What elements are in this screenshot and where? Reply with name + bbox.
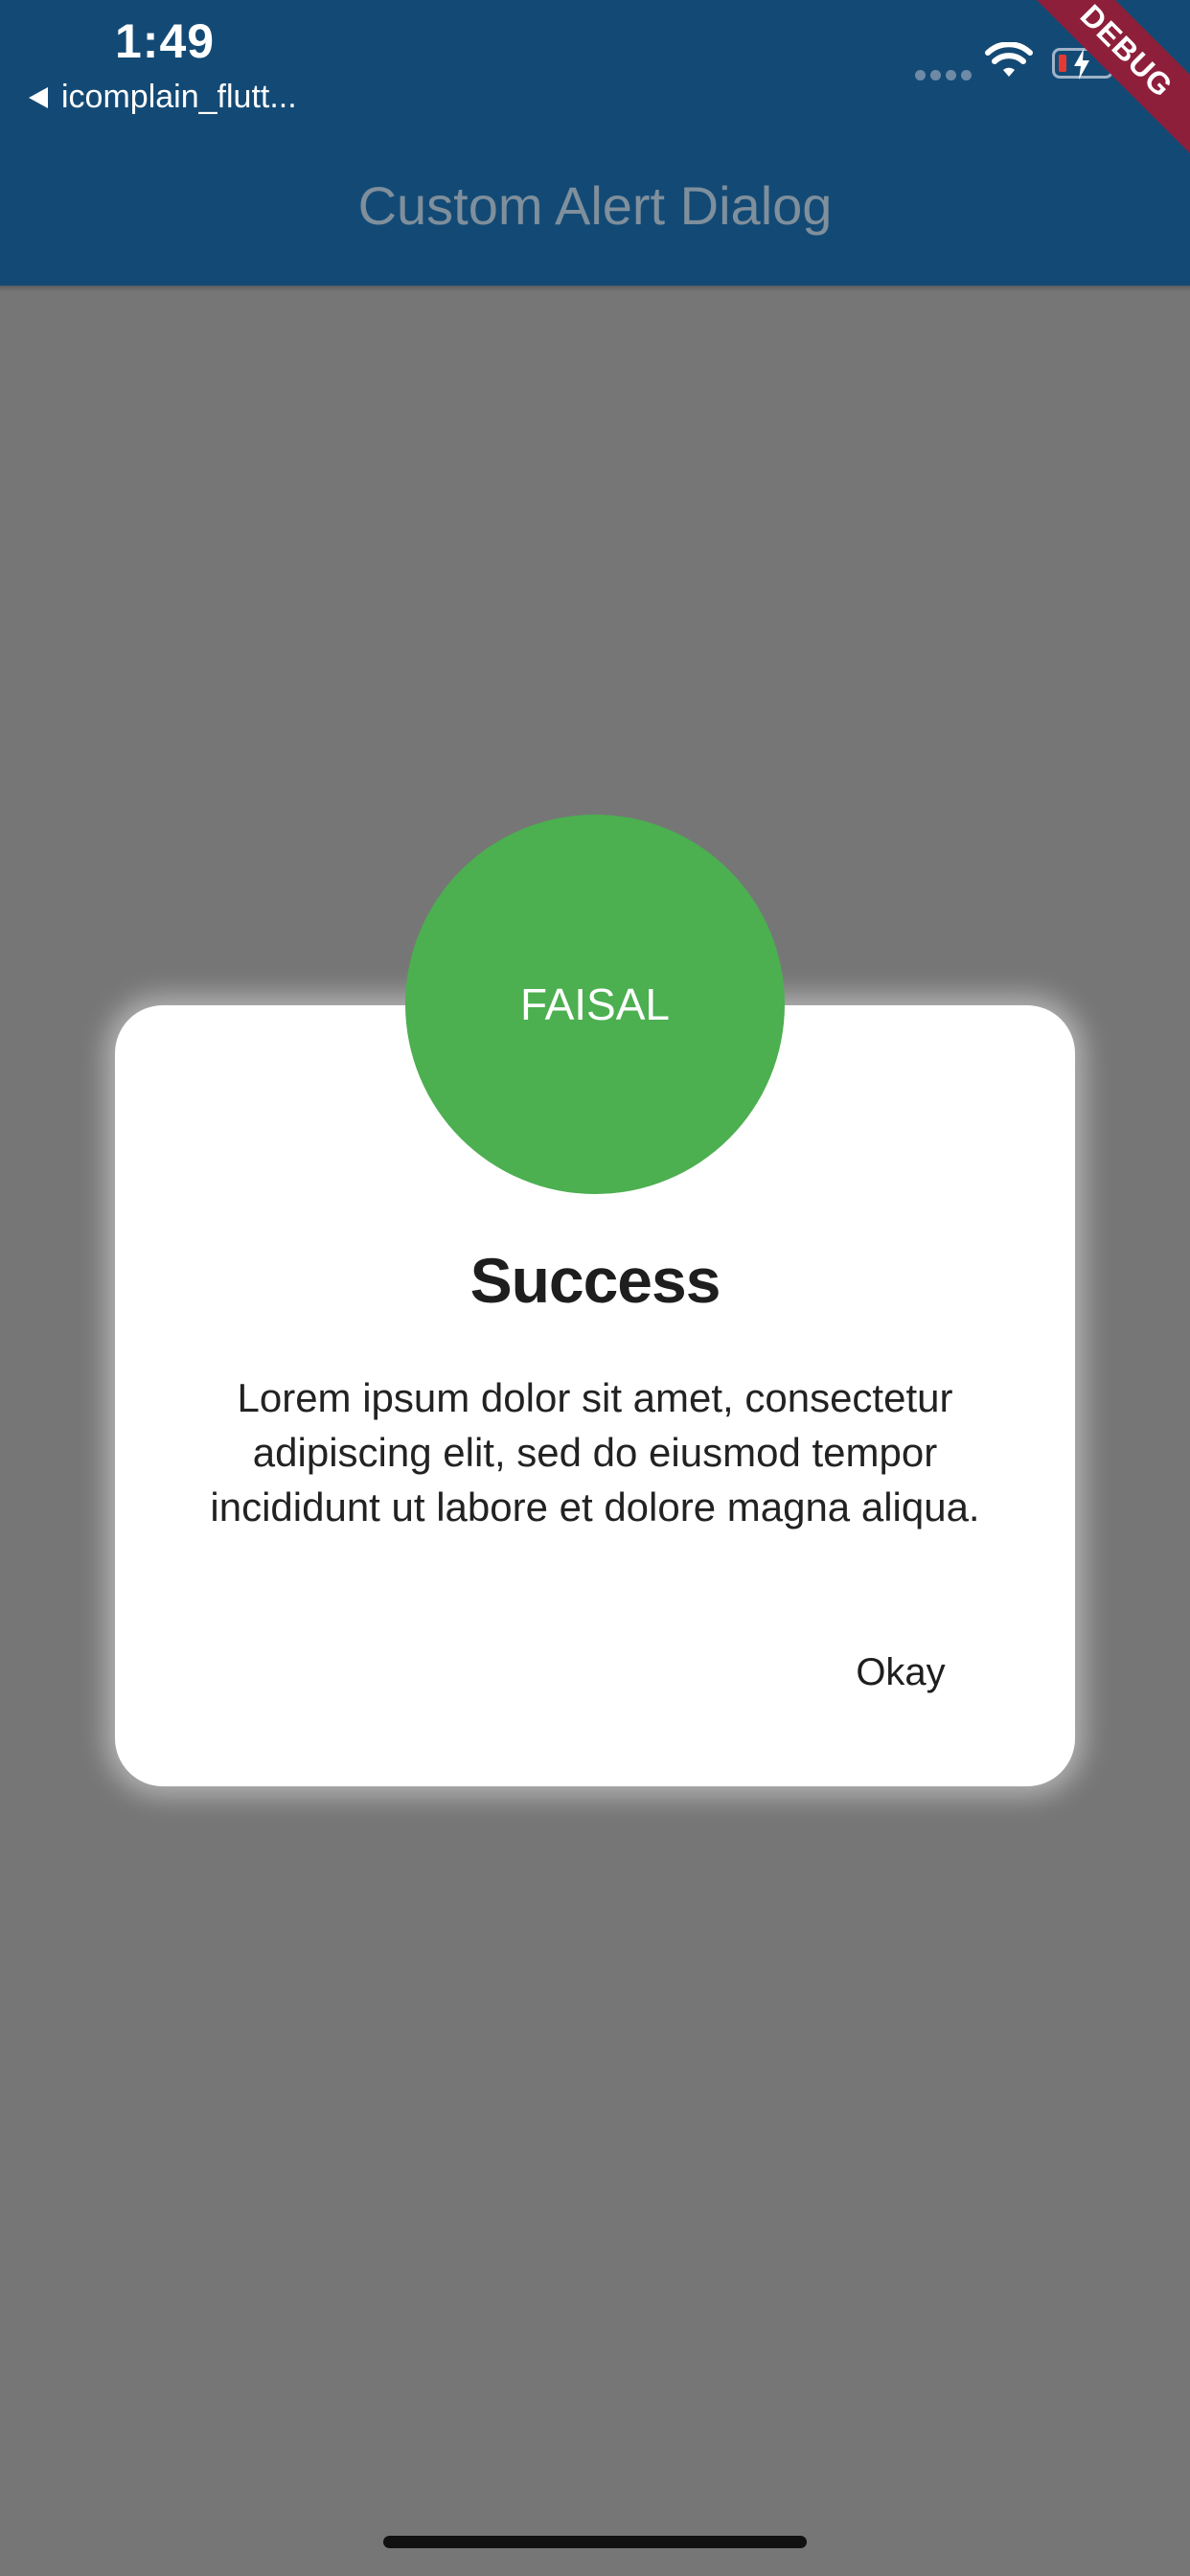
dialog-avatar: FAISAL [405,815,785,1194]
back-app-label: icomplain_flutt... [61,79,297,115]
appbar-shadow [0,286,1190,291]
wifi-icon [985,41,1033,85]
okay-button[interactable]: Okay [824,1639,977,1706]
page-title: Custom Alert Dialog [357,175,833,236]
status-time: 1:49 [115,14,216,68]
home-indicator[interactable] [383,2536,807,2548]
debug-banner: DEBUG [1005,0,1190,172]
avatar-label: FAISAL [520,979,670,1029]
dialog-message: Lorem ipsum dolor sit amet, consectetur … [210,1375,980,1530]
signal-icon [915,70,972,80]
back-to-app-link[interactable]: icomplain_flutt... [29,79,297,116]
back-arrow-icon [29,86,48,108]
app-bar: 1:49 icomplain_flutt... Custom Alert Dia… [0,0,1190,286]
dialog-title: Success [469,1245,721,1316]
